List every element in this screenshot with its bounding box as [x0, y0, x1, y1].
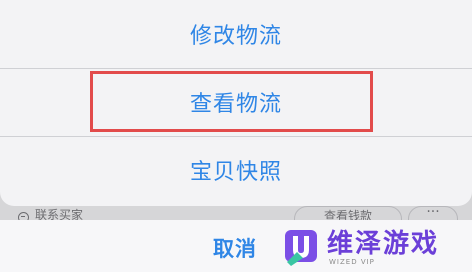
chat-icon: [18, 212, 29, 220]
action-sheet: 修改物流 查看物流 宝贝快照: [0, 0, 472, 206]
view-money-button: 查看钱款: [294, 206, 402, 220]
contact-buyer-link: 联系买家: [18, 206, 83, 220]
watermark: 维泽游戏 WIZED VIP: [283, 226, 439, 270]
watermark-logo-icon: [285, 230, 317, 266]
contact-buyer-label: 联系买家: [35, 208, 84, 220]
watermark-title: 维泽游戏: [327, 228, 440, 259]
watermark-text: 维泽游戏 WIZED VIP: [327, 230, 439, 267]
background-action-bar: 联系买家 查看钱款 ···: [0, 206, 472, 220]
cancel-button[interactable]: 取消: [200, 224, 270, 272]
item-snapshot-option[interactable]: 宝贝快照: [0, 136, 472, 204]
watermark-subtitle: WIZED VIP: [329, 257, 375, 266]
modify-logistics-option[interactable]: 修改物流: [0, 0, 472, 68]
more-button: ···: [408, 206, 458, 220]
highlight-annotation-box: [90, 71, 373, 132]
